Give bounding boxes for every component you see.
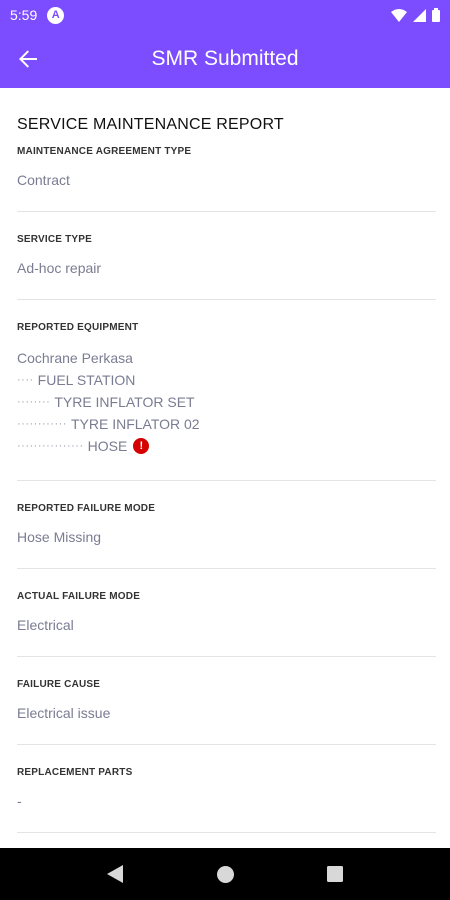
system-nav-bar [0,848,450,900]
section-service-type: SERVICE TYPE Ad-hoc repair [17,212,436,300]
equipment-name: TYRE INFLATOR 02 [70,416,200,432]
report-content[interactable]: SERVICE MAINTENANCE REPORT MAINTENANCE A… [0,88,450,848]
section-value: Contract [17,172,70,188]
back-triangle-icon [107,865,123,883]
equipment-name: Cochrane Perkasa [17,350,133,366]
equipment-item: ········ TYRE INFLATOR SET [17,391,436,413]
status-time: 5:59 [10,7,38,23]
recents-square-icon [327,866,343,882]
section-failure-cause: FAILURE CAUSE Electrical issue [17,657,436,745]
tree-indent: ················ [17,440,84,452]
app-bar: SMR Submitted [0,30,450,88]
equipment-tree: Cochrane Perkasa ···· FUEL STATION ·····… [17,347,436,457]
app-notification-icon: A [47,6,65,24]
report-title: SERVICE MAINTENANCE REPORT [17,116,284,133]
nav-home-button[interactable] [201,850,249,898]
section-actual-failure-mode: ACTUAL FAILURE MODE Electrical [17,569,436,657]
nav-recents-button[interactable] [311,850,359,898]
section-label: FAILURE CAUSE [17,679,101,690]
equipment-item: ················ HOSE ! [17,435,436,457]
section-reported-equipment: REPORTED EQUIPMENT Cochrane Perkasa ····… [17,300,436,481]
section-label: REPORTED FAILURE MODE [17,503,156,514]
equipment-name: HOSE [87,438,128,454]
alert-icon: ! [133,438,150,454]
section-value: Electrical issue [17,705,111,721]
section-value: Ad-hoc repair [17,260,102,276]
status-icons [391,8,440,22]
equipment-name: TYRE INFLATOR SET [54,394,195,410]
home-circle-icon [216,865,234,883]
nav-back-button[interactable] [91,850,139,898]
back-button[interactable] [0,31,56,87]
section-label: SERVICE TYPE [17,234,93,245]
wifi-icon [391,8,407,22]
section-value: - [17,793,22,809]
page-title: SMR Submitted [151,47,299,70]
section-agreement-type: MAINTENANCE AGREEMENT TYPE Contract [17,134,436,212]
section-reported-failure-mode: REPORTED FAILURE MODE Hose Missing [17,481,436,569]
tree-indent: ········ [17,396,51,408]
tree-indent: ···· [17,374,34,386]
equipment-item: ···· FUEL STATION [17,369,436,391]
arrow-left-icon [19,50,37,68]
section-label: ACTUAL FAILURE MODE [17,591,141,602]
section-replacement-parts: REPLACEMENT PARTS - [17,745,436,833]
section-label: REPLACEMENT PARTS [17,767,133,778]
equipment-name: FUEL STATION [37,372,136,388]
signal-icon [413,8,426,22]
section-value: Electrical [17,617,74,633]
status-bar: 5:59 A [0,0,450,30]
equipment-item: ············ TYRE INFLATOR 02 [17,413,436,435]
equipment-item: Cochrane Perkasa [17,347,436,369]
section-value: Hose Missing [17,529,102,545]
section-label: REPORTED EQUIPMENT [17,322,139,333]
section-label: MAINTENANCE AGREEMENT TYPE [17,146,192,157]
tree-indent: ············ [17,418,67,430]
battery-icon [432,8,440,22]
